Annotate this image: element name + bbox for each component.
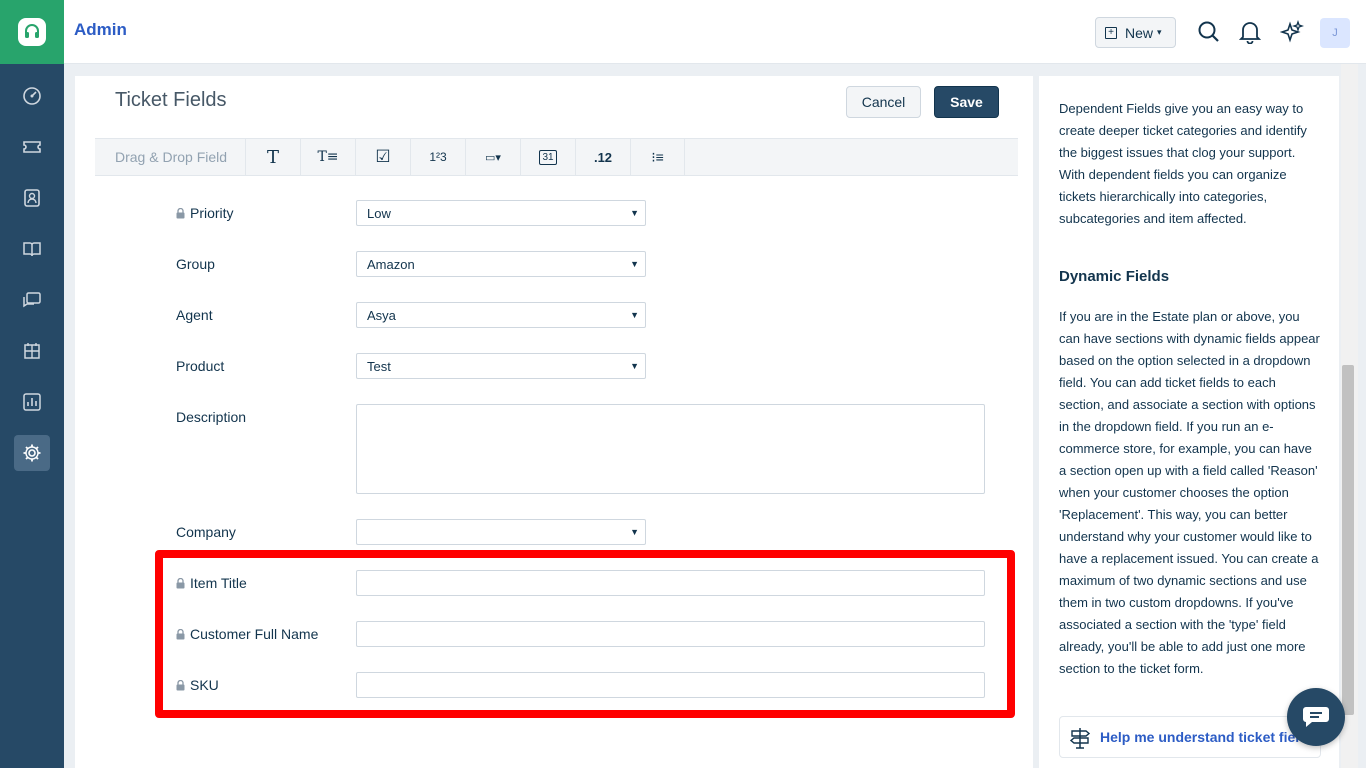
nav-admin-gear-icon[interactable]	[14, 435, 50, 471]
product-select[interactable]: Test ▼	[356, 353, 646, 379]
dropdown-icon[interactable]: ▭▾	[465, 139, 520, 175]
field-toolbar: Drag & Drop Field T T≡ ☑ 1²3 ▭▾ 31 .12 ⁝…	[95, 138, 1018, 176]
nav-groups-icon[interactable]	[14, 333, 50, 369]
page-title: Ticket Fields	[115, 89, 227, 111]
chat-bubble-icon	[1303, 707, 1329, 727]
cancel-button[interactable]: Cancel	[846, 86, 921, 118]
new-button-label: New	[1125, 24, 1154, 41]
checkbox-icon[interactable]: ☑	[355, 139, 410, 175]
nav-forums-icon[interactable]	[14, 282, 50, 318]
multi-line-text-icon[interactable]: T≡	[300, 139, 355, 175]
avatar[interactable]: J	[1320, 18, 1350, 48]
dropdown-arrow-icon: ▼	[630, 259, 639, 269]
left-nav	[0, 0, 64, 768]
group-select[interactable]: Amazon ▼	[356, 251, 646, 277]
save-button[interactable]: Save	[934, 86, 999, 118]
dependent-fields-text: Dependent Fields give you an easy way to…	[1059, 101, 1307, 226]
group-label: Group	[176, 256, 215, 272]
nav-dashboard-icon[interactable]	[14, 78, 50, 114]
description-textarea[interactable]	[356, 404, 985, 494]
drag-drop-label: Drag & Drop Field	[115, 149, 228, 165]
signpost-icon	[1069, 728, 1091, 749]
top-bar: Admin + New ▾ J	[64, 0, 1366, 64]
sku-label: SKU	[176, 677, 219, 693]
company-select[interactable]: ▼	[356, 519, 646, 545]
customer-full-name-label: Customer Full Name	[176, 626, 318, 642]
agent-select[interactable]: Asya ▼	[356, 302, 646, 328]
nav-solutions-icon[interactable]	[14, 231, 50, 267]
date-icon[interactable]: 31	[520, 139, 575, 175]
dynamic-fields-text: If you are in the Estate plan or above, …	[1059, 309, 1320, 676]
priority-label: Priority	[176, 205, 234, 221]
scrollbar-thumb[interactable]	[1342, 365, 1354, 715]
bell-icon[interactable]	[1237, 19, 1263, 45]
nav-contacts-icon[interactable]	[14, 180, 50, 216]
product-label: Product	[176, 358, 225, 374]
sparkle-ai-icon[interactable]	[1279, 19, 1305, 45]
app-title: Admin	[74, 20, 127, 39]
sku-input[interactable]	[356, 672, 985, 698]
number-icon[interactable]: 1²3	[410, 139, 465, 175]
ticket-fields-panel: Ticket Fields Cancel Save Drag & Drop Fi…	[75, 76, 1033, 768]
search-icon[interactable]	[1196, 19, 1222, 45]
help-panel: Dependent Fields give you an easy way to…	[1039, 76, 1339, 768]
company-label: Company	[176, 524, 236, 540]
item-title-label: Item Title	[176, 575, 247, 591]
item-title-input[interactable]	[356, 570, 985, 596]
help-understand-link[interactable]: Help me understand ticket fields	[1059, 716, 1321, 758]
plus-square-icon: +	[1105, 26, 1117, 39]
brand-logo[interactable]	[0, 0, 64, 64]
customer-full-name-input[interactable]	[356, 621, 985, 647]
decimal-icon[interactable]: .12	[575, 139, 630, 175]
headset-icon	[18, 18, 46, 46]
priority-select[interactable]: Low ▼	[356, 200, 646, 226]
chat-widget-button[interactable]	[1287, 688, 1345, 746]
new-button[interactable]: + New ▾	[1095, 17, 1176, 48]
dropdown-arrow-icon: ▼	[630, 527, 639, 537]
description-label: Description	[176, 409, 247, 425]
dropdown-arrow-icon: ▼	[630, 361, 639, 371]
dropdown-arrow-icon: ▼	[630, 310, 639, 320]
single-line-text-icon[interactable]: T	[245, 139, 300, 175]
dependent-field-icon[interactable]: ⁝≡	[630, 139, 685, 175]
lock-icon	[176, 628, 185, 639]
dynamic-fields-heading: Dynamic Fields	[1059, 268, 1170, 285]
dropdown-arrow-icon: ▼	[630, 208, 639, 218]
lock-icon	[176, 679, 185, 690]
nav-reports-icon[interactable]	[14, 384, 50, 420]
chevron-down-icon: ▾	[1157, 27, 1162, 37]
lock-icon	[176, 577, 185, 588]
nav-tickets-icon[interactable]	[14, 129, 50, 165]
agent-label: Agent	[176, 307, 213, 323]
lock-icon	[176, 207, 185, 218]
